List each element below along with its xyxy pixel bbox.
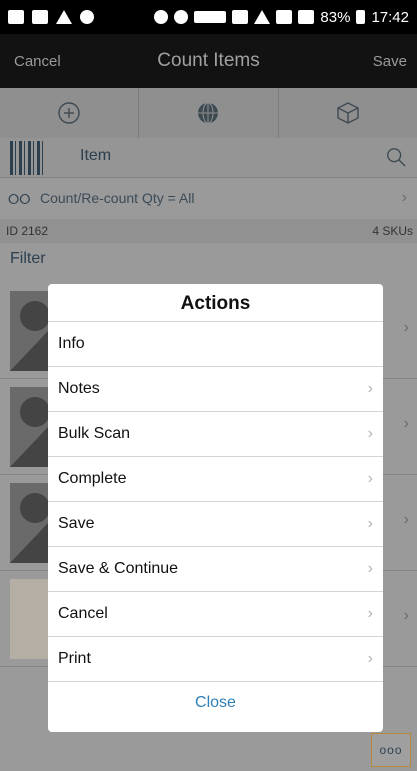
plus-circle-icon [58,102,80,124]
signal-icon [276,10,293,24]
sphere-icon [198,102,219,124]
notes-icon [32,10,48,24]
action-label: Notes [58,380,100,397]
chevron-right-icon: › [367,560,373,577]
chevron-right-icon: › [367,380,373,397]
sku-count: 4 SKUs [372,224,413,238]
save-button[interactable]: Save [373,53,407,70]
item-search-row[interactable]: Item [0,138,417,178]
glasses-icon: ⭘⭘ [8,191,31,207]
sphere-button[interactable] [139,88,279,138]
volte-icon [194,11,227,23]
add-button[interactable] [0,88,140,138]
bluetooth-icon [154,10,169,24]
barcode-icon[interactable] [10,141,46,175]
chevron-right-icon: › [403,319,409,336]
chevron-right-icon: › [367,515,373,532]
action-label: Info [58,335,85,352]
action-complete[interactable]: Complete › [48,457,383,502]
action-label: Save [58,515,95,532]
action-label: Complete [58,470,127,487]
action-notes[interactable]: Notes › [48,367,383,412]
chevron-right-icon: › [403,511,409,528]
chevron-right-icon: › [367,605,373,622]
message-icon [8,10,24,24]
chevron-right-icon: › [403,607,409,624]
toolbar [0,88,417,138]
box-button[interactable] [279,88,417,138]
battery-icon [356,10,366,24]
box-icon [337,102,359,124]
info-row: ID 2162 4 SKUs [0,219,417,243]
status-bar-left [8,10,94,24]
action-label: Bulk Scan [58,425,131,442]
battery-percent: 83% [320,8,351,26]
page-title: Count Items [157,50,260,71]
clock: 17:42 [371,8,409,26]
actions-dialog: Actions Info Notes › Bulk Scan › Complet… [48,284,383,732]
cancel-button[interactable]: Cancel [14,53,61,70]
action-label: Cancel [58,605,108,622]
item-label: Item [80,147,112,164]
action-save[interactable]: Save › [48,502,383,547]
chevron-right-icon: › [401,189,407,206]
filter-link[interactable]: Filter [10,250,46,268]
dialog-title: Actions [48,284,383,322]
count-filter-row[interactable]: ⭘⭘ Count/Re-count Qty = All › [0,179,417,219]
key-icon [232,10,249,24]
refresh-icon [80,10,94,24]
action-print[interactable]: Print › [48,637,383,682]
action-bulk-scan[interactable]: Bulk Scan › [48,412,383,457]
close-button[interactable]: Close [48,682,383,726]
search-icon[interactable] [385,146,407,168]
action-label: Print [58,650,91,667]
action-info[interactable]: Info [48,322,383,367]
more-actions-button[interactable]: ooo [371,733,411,767]
chevron-right-icon: › [367,650,373,667]
action-cancel[interactable]: Cancel › [48,592,383,637]
status-bar-right: 83% 17:42 [154,9,409,26]
action-save-continue[interactable]: Save & Continue › [48,547,383,592]
signal-icon-2 [298,10,315,24]
alert-icon [56,10,72,24]
action-label: Save & Continue [58,560,179,577]
count-filter-label: Count/Re-count Qty = All [40,190,195,206]
title-bar: Cancel Count Items Save [0,34,417,88]
chevron-right-icon: › [367,470,373,487]
wifi-icon [254,10,271,24]
count-id: ID 2162 [6,224,49,238]
chevron-right-icon: › [403,415,409,432]
status-bar: 83% 17:42 [0,0,417,34]
alarm-icon [174,10,189,24]
chevron-right-icon: › [367,425,373,442]
